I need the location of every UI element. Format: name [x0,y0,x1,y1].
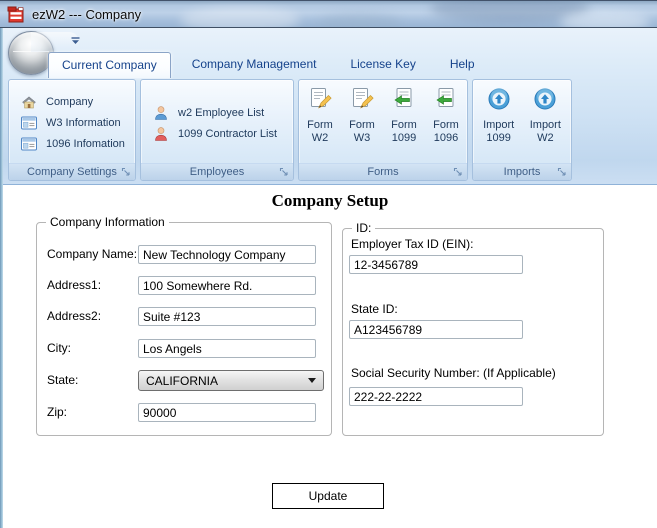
form-edit-icon [311,88,332,109]
button-w2-employee-list[interactable]: w2 Employee List [141,102,293,123]
dialog-launcher-icon[interactable] [121,167,132,178]
group-label-employees: Employees [141,163,293,180]
city-label: City: [47,341,71,355]
address2-label: Address2: [47,309,102,323]
city-input[interactable] [138,339,316,358]
main-content: Company Setup Company Information Compan… [3,185,657,528]
dialog-launcher-icon[interactable] [557,167,568,178]
zip-label: Zip: [47,405,68,419]
group-label-forms: Forms [299,163,467,180]
ribbon-tab-bar: Current Company Company Management Licen… [48,52,488,78]
import-up-icon [488,88,510,110]
button-label: W3 Information [46,116,121,129]
group-label-company-settings: Company Settings [9,163,135,180]
person-blue-icon [155,105,167,120]
id-legend: ID: [352,221,376,235]
button-import-1099[interactable]: Import 1099 [478,87,520,163]
dialog-launcher-icon[interactable] [279,167,290,178]
ein-input[interactable] [349,255,523,274]
button-label: Company [46,95,94,108]
company-information-groupbox: Company Information Company Name: Addres… [36,215,332,436]
button-label-line1: Form [433,119,459,131]
aero-glass-highlight [560,11,650,27]
button-form-w2[interactable]: Form W2 [299,87,341,163]
button-label-line2: W2 [537,132,554,144]
state-select[interactable]: CALIFORNIA [138,370,324,391]
company-information-legend: Company Information [46,215,169,229]
dialog-launcher-icon[interactable] [453,167,464,178]
button-label-line2: W3 [353,132,371,144]
group-label-imports: Imports [473,163,571,180]
state-label: State: [47,373,79,387]
button-form-1096[interactable]: Form 1096 [425,87,467,163]
button-1099-contractor-list[interactable]: 1099 Contractor List [141,123,293,144]
group-employees: w2 Employee List 1099 Contractor List Em… [140,79,294,181]
ezw2-app-icon [7,6,24,23]
aero-glass-highlight [180,7,300,27]
group-label-text: Forms [367,166,399,178]
button-label: 1099 Contractor List [178,127,278,140]
button-label-line2: 1096 [433,132,459,144]
state-id-input[interactable] [349,320,523,339]
company-name-label: Company Name: [47,247,138,261]
ssn-input[interactable] [349,387,523,406]
button-form-1099[interactable]: Form 1099 [383,87,425,163]
form-edit-icon [353,88,374,109]
group-label-text: Imports [503,166,541,178]
aero-glass-shadow [320,13,400,27]
button-label-line1: Import [483,119,515,131]
ein-label: Employer Tax ID (EIN): [351,237,474,251]
id-groupbox: ID: Employer Tax ID (EIN): State ID: Soc… [342,221,604,436]
form-green-arrow-icon [436,88,454,107]
button-import-w2[interactable]: Import W2 [524,87,566,163]
group-label-text: Employees [189,166,245,178]
group-label-text: Company Settings [27,166,117,178]
app-window: ezW2 --- Company Current Company Company… [0,0,657,528]
ribbon-groups: Company W3 Information 1096 Infomation C… [8,79,576,181]
group-forms: Form W2 Form W3 Form 1099 Form 1096 Form… [298,79,468,181]
button-w3-information[interactable]: W3 Information [9,112,135,133]
import-up-icon [534,88,556,110]
chevron-down-icon [308,378,316,383]
button-label: w2 Employee List [178,106,265,119]
form-green-arrow-icon [394,88,412,107]
address1-label: Address1: [47,278,102,292]
button-label: 1096 Infomation [46,137,125,150]
tab-company-management[interactable]: Company Management [179,52,330,78]
button-label-line1: Form [349,119,375,131]
button-label-line2: 1099 [391,132,417,144]
tab-help[interactable]: Help [437,52,488,78]
tab-current-company[interactable]: Current Company [48,52,171,78]
update-button[interactable]: Update [272,483,384,509]
button-company[interactable]: Company [9,91,135,112]
button-label-line2: 1099 [486,132,511,144]
ssn-label: Social Security Number: (If Applicable) [351,366,556,380]
ribbon: Current Company Company Management Licen… [3,28,657,185]
person-red-icon [155,126,167,141]
button-form-w3[interactable]: Form W3 [341,87,383,163]
qat-dropdown-arrow-icon[interactable] [71,37,80,45]
button-label-line2: W2 [311,132,329,144]
tab-license-key[interactable]: License Key [337,52,428,78]
zip-input[interactable] [138,403,316,422]
button-label-line1: Import [529,119,561,131]
page-title: Company Setup [271,191,389,210]
form-list-icon [21,116,37,129]
title-bar[interactable]: ezW2 --- Company [0,0,657,28]
button-label-line1: Form [391,119,417,131]
address1-input[interactable] [138,276,316,295]
group-imports: Import 1099 Import W2 Imports [472,79,572,181]
house-icon [22,95,36,108]
state-select-value: CALIFORNIA [146,373,219,388]
button-1096-information[interactable]: 1096 Infomation [9,133,135,154]
group-company-settings: Company W3 Information 1096 Infomation C… [8,79,136,181]
company-name-input[interactable] [138,245,316,264]
address2-input[interactable] [138,307,316,326]
button-label-line1: Form [307,119,333,131]
state-id-label: State ID: [351,302,398,316]
form-list-icon [21,137,37,150]
window-title: ezW2 --- Company [32,7,142,22]
